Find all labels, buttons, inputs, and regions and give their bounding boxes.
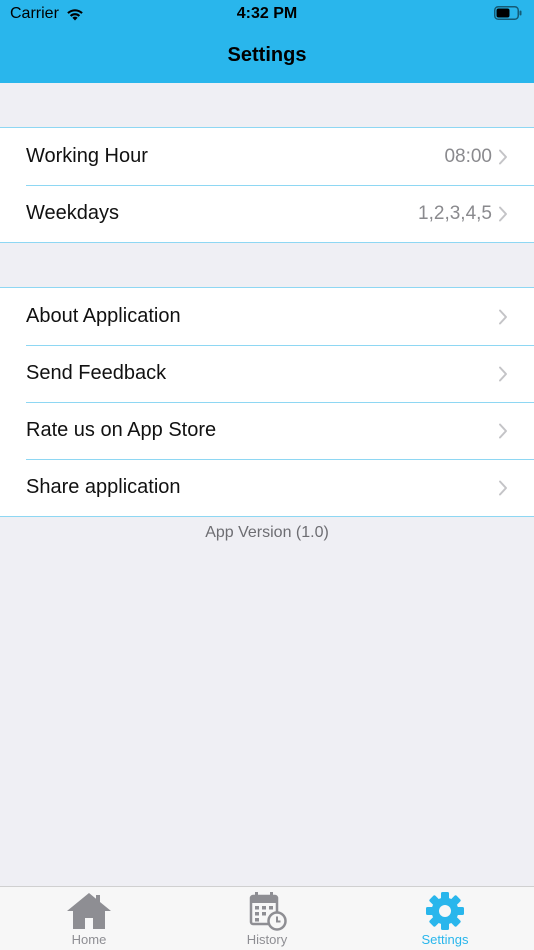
chevron-right-icon bbox=[499, 206, 507, 221]
row-weekdays[interactable]: Weekdays 1,2,3,4,5 bbox=[0, 185, 534, 242]
chevron-right-icon bbox=[499, 309, 507, 324]
tab-label: Home bbox=[71, 932, 107, 947]
app-version-label: App Version (1.0) bbox=[205, 524, 329, 541]
row-label: Send Feedback bbox=[26, 362, 167, 384]
tab-label: Settings bbox=[421, 932, 469, 947]
calendar-clock-icon bbox=[249, 892, 287, 931]
chevron-right-icon bbox=[499, 366, 507, 381]
settings-group-app: About Application Send Feedback Rate us … bbox=[0, 287, 534, 517]
settings-group-schedule: Working Hour 08:00 Weekdays 1,2,3,4,5 bbox=[0, 127, 534, 243]
gear-icon bbox=[426, 892, 464, 930]
tab-bar: Home History Settings bbox=[0, 886, 534, 950]
row-value: 08:00 bbox=[444, 145, 492, 167]
tab-label: History bbox=[246, 932, 288, 947]
row-label: Rate us on App Store bbox=[26, 419, 217, 441]
row-share-application[interactable]: Share application bbox=[0, 459, 534, 516]
home-icon bbox=[67, 893, 111, 929]
tab-history[interactable]: History bbox=[178, 887, 356, 950]
battery-icon bbox=[494, 6, 522, 25]
tab-settings[interactable]: Settings bbox=[356, 887, 534, 950]
chevron-right-icon bbox=[499, 149, 507, 164]
status-bar: Carrier 4:32 PM bbox=[0, 0, 534, 28]
row-working-hour[interactable]: Working Hour 08:00 bbox=[0, 128, 534, 185]
row-send-feedback[interactable]: Send Feedback bbox=[0, 345, 534, 402]
row-label: Weekdays bbox=[26, 202, 120, 224]
row-label: Share application bbox=[26, 476, 181, 498]
navigation-bar: Settings bbox=[0, 28, 534, 83]
chevron-right-icon bbox=[499, 423, 507, 438]
row-about-application[interactable]: About Application bbox=[0, 288, 534, 345]
row-label: Working Hour bbox=[26, 145, 148, 167]
chevron-right-icon bbox=[499, 480, 507, 495]
row-rate-app[interactable]: Rate us on App Store bbox=[0, 402, 534, 459]
status-time: 4:32 PM bbox=[236, 5, 298, 22]
row-value: 1,2,3,4,5 bbox=[418, 202, 492, 224]
page-title: Settings bbox=[227, 44, 307, 66]
tab-home[interactable]: Home bbox=[0, 887, 178, 950]
row-label: About Application bbox=[26, 305, 181, 327]
